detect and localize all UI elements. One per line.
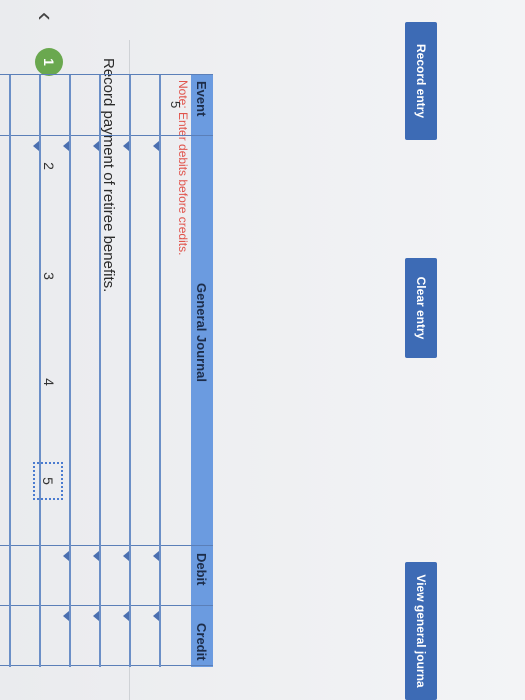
record-entry-button[interactable]: Record entry <box>405 22 437 140</box>
row-divider <box>129 75 131 667</box>
dropdown-marker-icon[interactable] <box>123 611 129 621</box>
column-divider <box>0 545 213 546</box>
general-journal-table: Event General Journal Debit Credit 5 <box>0 74 213 667</box>
dropdown-marker-icon[interactable] <box>63 611 69 621</box>
header-general-journal: General Journal <box>194 283 209 382</box>
header-credit: Credit <box>194 623 209 661</box>
dropdown-marker-icon[interactable] <box>93 551 99 561</box>
dropdown-marker-icon[interactable] <box>153 611 159 621</box>
dropdown-marker-icon[interactable] <box>153 141 159 151</box>
view-general-journal-button[interactable]: View general journa <box>405 562 437 700</box>
column-divider <box>0 135 213 136</box>
row-divider <box>39 75 41 667</box>
dropdown-marker-icon[interactable] <box>153 551 159 561</box>
table-header: Event General Journal Debit Credit <box>191 75 213 667</box>
clear-entry-button[interactable]: Clear entry <box>405 258 437 358</box>
dropdown-marker-icon[interactable] <box>123 551 129 561</box>
header-event: Event <box>194 81 209 117</box>
row-divider <box>69 75 71 667</box>
dropdown-marker-icon[interactable] <box>123 141 129 151</box>
step-1[interactable]: 1 <box>35 48 63 76</box>
dropdown-marker-icon[interactable] <box>63 141 69 151</box>
column-divider <box>0 665 213 666</box>
header-debit: Debit <box>194 553 209 586</box>
dropdown-marker-icon[interactable] <box>33 141 39 151</box>
dropdown-marker-icon[interactable] <box>93 141 99 151</box>
column-divider <box>0 605 213 606</box>
chevron-left-icon[interactable]: ‹ <box>31 12 61 34</box>
dropdown-marker-icon[interactable] <box>63 551 69 561</box>
row-divider <box>9 75 11 667</box>
row-divider <box>159 75 161 667</box>
event-value[interactable]: 5 <box>168 101 183 108</box>
rotated-stage: ‹ 1 2 3 4 5 Record payment of retiree be… <box>0 0 525 700</box>
journal-entry-panel: ‹ 1 2 3 4 5 Record payment of retiree be… <box>0 0 525 700</box>
row-divider <box>99 75 101 667</box>
dropdown-marker-icon[interactable] <box>93 611 99 621</box>
